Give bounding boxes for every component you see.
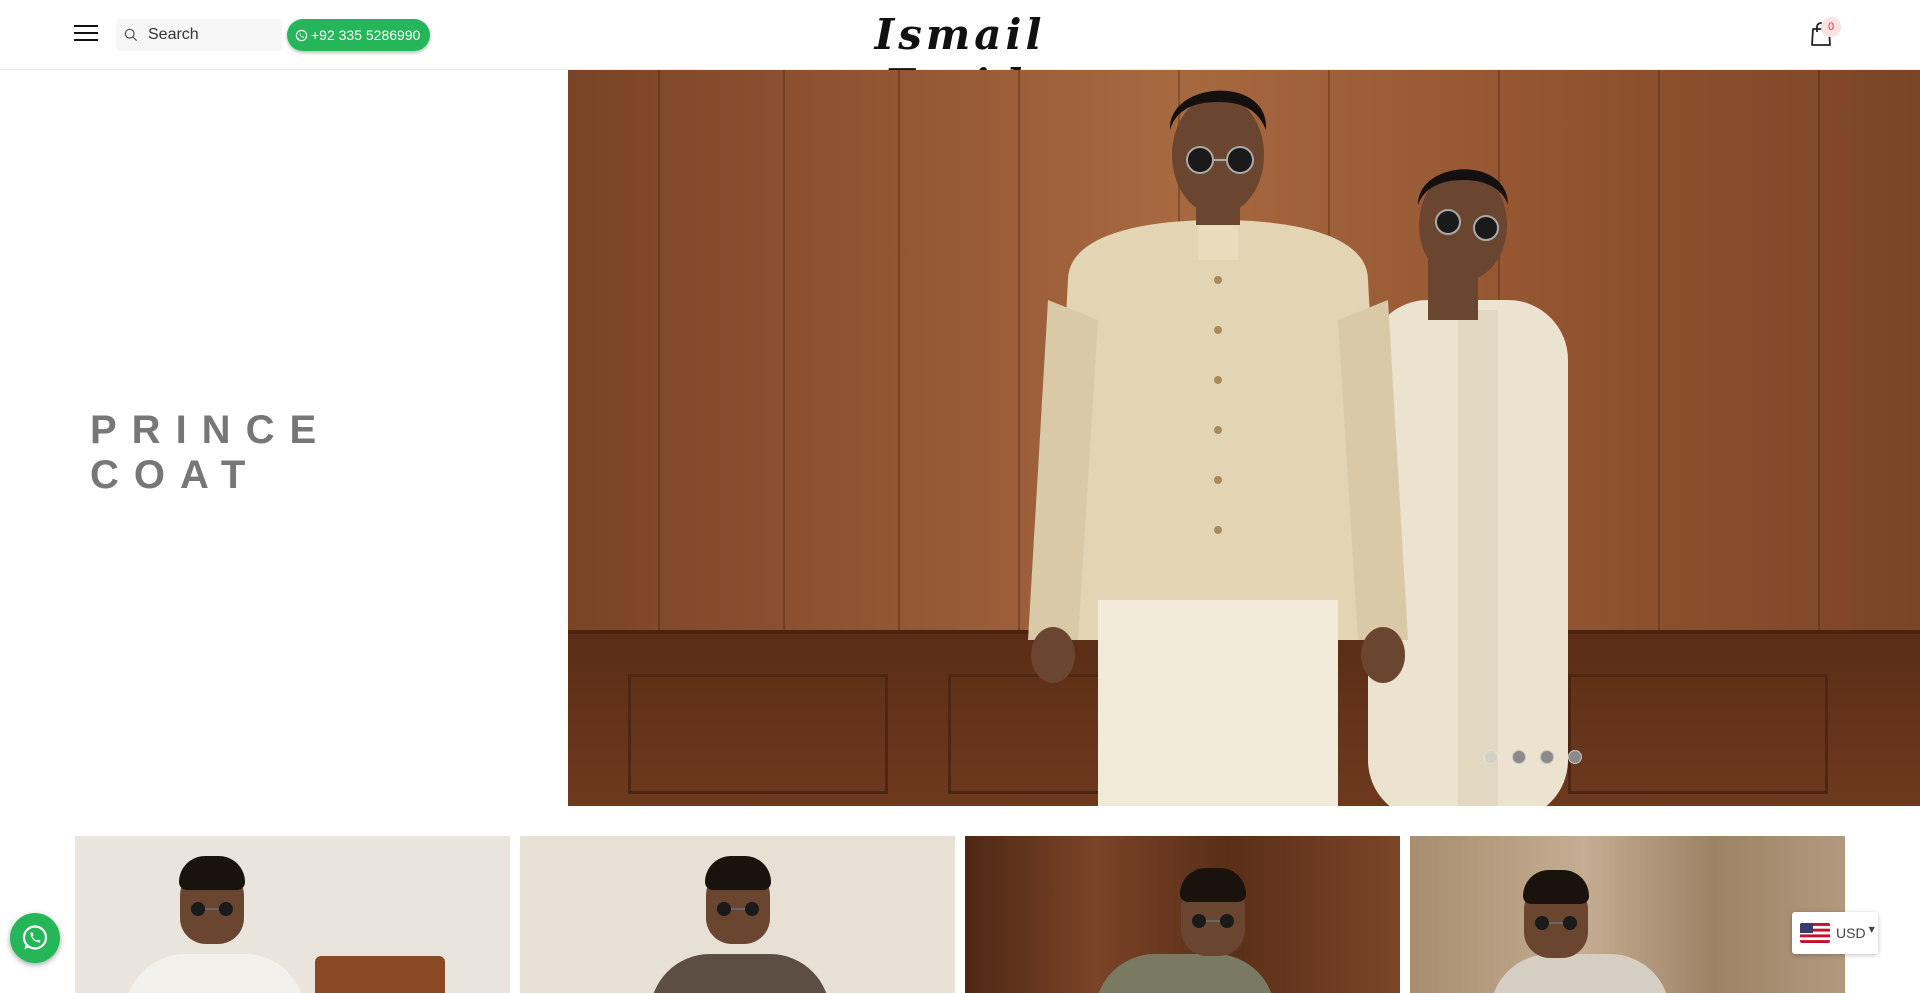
product-tile-2[interactable] — [520, 836, 955, 993]
whatsapp-chat-button[interactable] — [10, 913, 60, 963]
search-icon — [124, 28, 138, 42]
product-tile-3[interactable] — [965, 836, 1400, 993]
slide-dot-1[interactable] — [1484, 750, 1498, 764]
hero-slider: PRINCE COAT — [0, 70, 1920, 806]
phone-number: +92 335 5286990 — [311, 27, 421, 43]
whatsapp-phone-button[interactable]: +92 335 5286990 — [287, 19, 431, 51]
product-tile-4[interactable] — [1410, 836, 1845, 993]
cart-count-badge: 0 — [1821, 17, 1841, 37]
slide-dot-3[interactable] — [1540, 750, 1554, 764]
whatsapp-icon — [295, 29, 308, 41]
model-figure-front — [1028, 90, 1408, 806]
currency-selector[interactable]: USD ▼ — [1792, 912, 1878, 954]
slide-dot-2[interactable] — [1512, 750, 1526, 764]
product-tile-1[interactable] — [75, 836, 510, 993]
whatsapp-icon — [22, 925, 48, 950]
us-flag-icon — [1800, 923, 1830, 943]
slider-pagination — [1484, 750, 1582, 764]
hero-title: PRINCE COAT — [90, 408, 332, 497]
brand-logo[interactable]: Ismail Farid™ — [810, 10, 1110, 109]
site-header: +92 335 5286990 Ismail Farid™ 0 — [0, 0, 1920, 109]
search-box[interactable] — [116, 19, 282, 51]
hamburger-menu-icon[interactable] — [74, 23, 98, 43]
slide-dot-4[interactable] — [1568, 750, 1582, 764]
chevron-down-icon: ▼ — [1868, 924, 1875, 934]
search-input[interactable] — [146, 25, 280, 45]
currency-code: USD — [1836, 925, 1866, 941]
collection-tiles — [75, 836, 1845, 993]
hero-image[interactable] — [568, 70, 1920, 806]
